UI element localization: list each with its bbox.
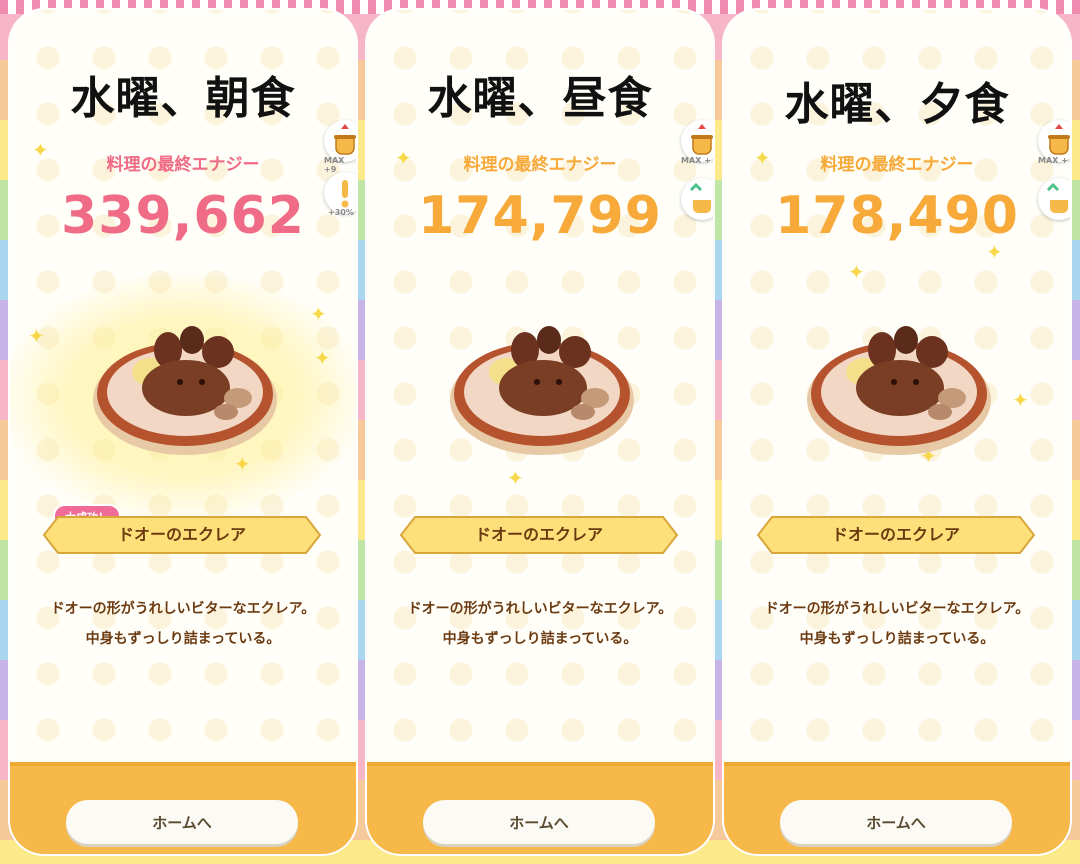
- sparkle-icon: ✦: [754, 146, 771, 170]
- result-panel-dinner: 水曜、夕食 料理の最終エナジー 178,490 MAX + ✦ ✦ ✦ ✦ ✦ …: [724, 10, 1070, 854]
- home-button[interactable]: ホームへ: [780, 800, 1012, 844]
- sparkle-icon: ✦: [395, 146, 412, 170]
- home-button[interactable]: ホームへ: [423, 800, 655, 844]
- description-line-2: 中身もずっしり詰まっている。: [799, 631, 995, 647]
- dish-name: ドオーのエクレア: [474, 525, 603, 544]
- max-caption: MAX +: [1038, 156, 1068, 165]
- energy-label: 料理の最終エナジー: [463, 155, 617, 175]
- bonus-caption: +30%: [328, 208, 354, 217]
- eclair-dish-image: [804, 310, 994, 464]
- home-button[interactable]: ホームへ: [66, 800, 298, 844]
- bottom-bar: ホームへ: [724, 762, 1070, 854]
- energy-label: 料理の最終エナジー: [106, 155, 260, 175]
- energy-value: 174,799: [418, 186, 662, 246]
- dish-description: ドオーの形がうれしいビターなエクレア。 中身もずっしり詰まっている。: [377, 594, 703, 654]
- description-line-1: ドオーの形がうれしいビターなエクレア。: [764, 601, 1030, 617]
- description-line-1: ドオーの形がうれしいビターなエクレア。: [407, 601, 673, 617]
- sparkle-icon: ✦: [1012, 388, 1029, 412]
- dish-description: ドオーの形がうれしいビターなエクレア。 中身もずっしり詰まっている。: [20, 594, 346, 654]
- energy-label: 料理の最終エナジー: [820, 155, 974, 175]
- dish-name-banner: ドオーのエクレア: [42, 515, 322, 555]
- meal-title: 水曜、朝食: [70, 73, 296, 124]
- dish-name-banner: ドオーのエクレア: [756, 515, 1036, 555]
- bottom-bar: ホームへ: [10, 762, 356, 854]
- meal-title: 水曜、昼食: [427, 73, 653, 124]
- energy-value: 339,662: [61, 186, 305, 246]
- dish-name-banner: ドオーのエクレア: [399, 515, 679, 555]
- sparkle-icon: ✦: [32, 138, 49, 162]
- dish-description: ドオーの形がうれしいビターなエクレア。 中身もずっしり詰まっている。: [734, 594, 1060, 654]
- description-line-2: 中身もずっしり詰まっている。: [85, 631, 281, 647]
- level-up-icon[interactable]: [681, 178, 713, 220]
- sparkle-icon: ✦: [28, 324, 45, 348]
- result-panel-breakfast: 水曜、朝食 料理の最終エナジー 339,662 MAX +9 +30% ✦ ✦ …: [10, 10, 356, 854]
- sparkle-icon: ✦: [507, 466, 524, 490]
- sparkle-icon: ✦: [986, 240, 1003, 264]
- bottom-bar: ホームへ: [367, 762, 713, 854]
- eclair-dish-image: [90, 310, 280, 464]
- eclair-dish-image: [447, 310, 637, 464]
- level-up-icon[interactable]: [1038, 178, 1070, 220]
- sparkle-icon: ✦: [310, 302, 327, 326]
- dish-name: ドオーのエクレア: [117, 525, 246, 544]
- sparkle-icon: ✦: [848, 260, 865, 284]
- energy-value: 178,490: [775, 186, 1019, 246]
- meal-title: 水曜、夕食: [784, 79, 1010, 130]
- description-line-1: ドオーの形がうれしいビターなエクレア。: [50, 601, 316, 617]
- result-panel-lunch: 水曜、昼食 料理の最終エナジー 174,799 MAX + ✦ ✦ ✦ ドオーの…: [367, 10, 713, 854]
- description-line-2: 中身もずっしり詰まっている。: [442, 631, 638, 647]
- sparkle-icon: ✦: [314, 346, 331, 370]
- max-caption: MAX +: [681, 156, 711, 165]
- dish-name: ドオーのエクレア: [831, 525, 960, 544]
